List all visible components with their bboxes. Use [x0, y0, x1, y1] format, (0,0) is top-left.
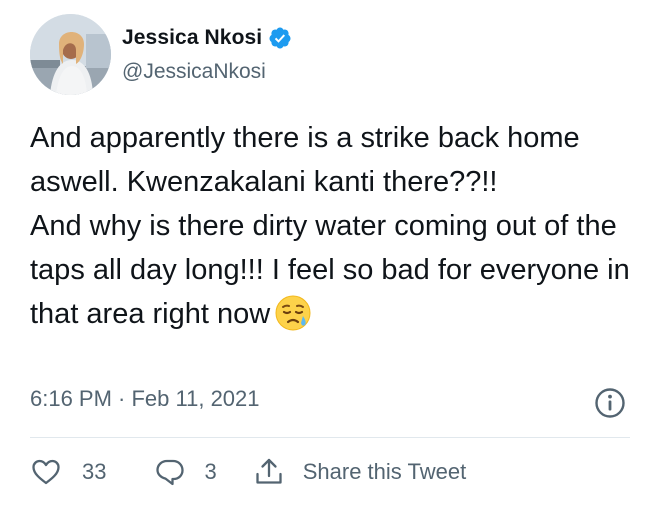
like-count: 33 — [82, 459, 107, 484]
reply-bubble-icon — [154, 456, 186, 488]
tweet-line: And why is there dirty water coming out … — [30, 204, 640, 336]
reply-count: 3 — [204, 459, 217, 484]
tweet-line-text: And why is there dirty water coming out … — [30, 210, 630, 330]
info-icon[interactable] — [594, 387, 626, 419]
divider — [30, 437, 630, 438]
like-button[interactable]: 33 — [30, 456, 106, 488]
sad-relieved-face-emoji-icon — [274, 294, 312, 332]
heart-icon — [30, 456, 62, 488]
tweet-line: And apparently there is a strike back ho… — [30, 122, 580, 198]
author-name-row[interactable]: Jessica Nkosi — [122, 26, 292, 50]
reply-button[interactable]: 3 — [154, 456, 217, 488]
verified-badge-icon — [268, 26, 292, 50]
avatar-photo — [30, 14, 111, 95]
share-icon — [253, 456, 285, 488]
author-handle[interactable]: @JessicaNkosi — [122, 60, 266, 84]
avatar[interactable] — [30, 14, 111, 95]
tweet-timestamp[interactable]: 6:16 PM · Feb 11, 2021 — [30, 386, 260, 412]
action-bar: 33 3 Share this Tweet — [30, 454, 466, 490]
author-display-name[interactable]: Jessica Nkosi — [122, 26, 262, 50]
share-label: Share this Tweet — [302, 459, 467, 484]
share-button[interactable]: Share this Tweet — [253, 456, 466, 488]
tweet-text: And apparently there is a strike back ho… — [30, 116, 640, 336]
